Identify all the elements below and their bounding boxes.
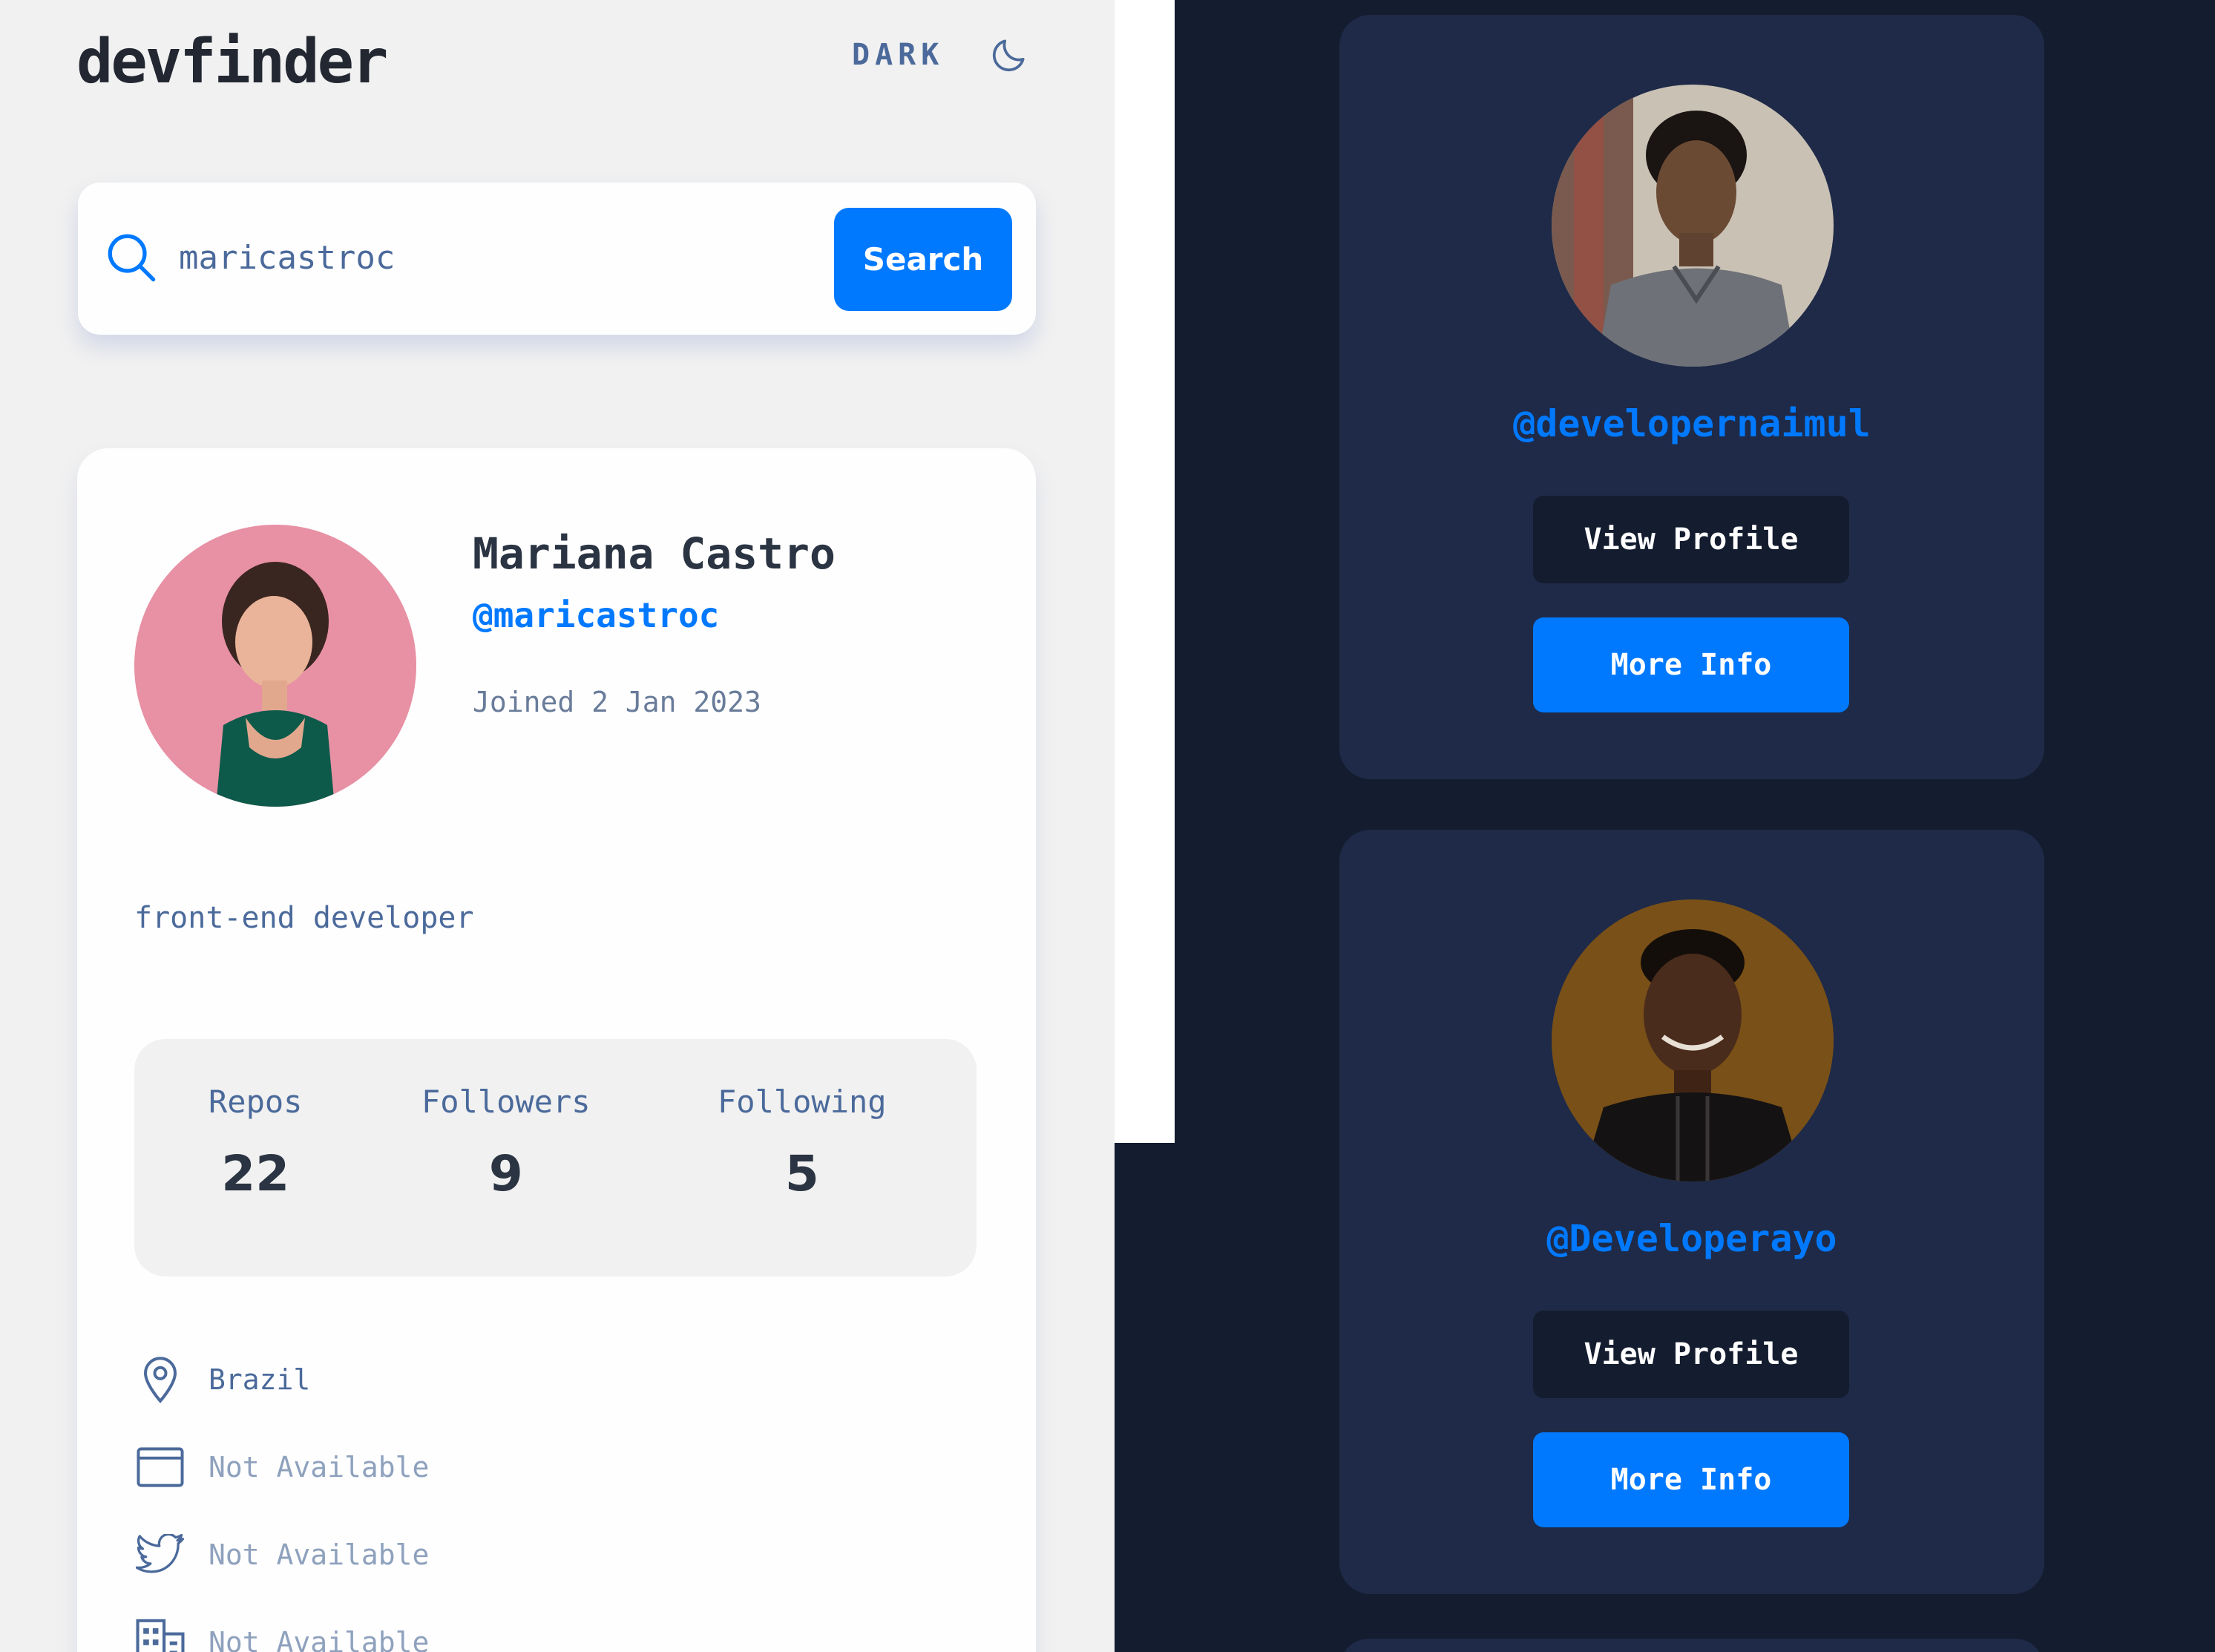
link-website-text: Not Available [209, 1451, 430, 1484]
developer-card: @Developerayo View Profile More Info [1339, 830, 2044, 1594]
profile-bio: front-end developer [134, 901, 474, 935]
developer-handle[interactable]: @developernaimul [1339, 402, 2044, 445]
stat-label: Repos [209, 1084, 303, 1120]
avatar [134, 525, 416, 807]
search-button[interactable]: Search [834, 208, 1012, 311]
avatar [1552, 899, 1834, 1181]
stat-label: Followers [421, 1084, 591, 1120]
link-location-text: Brazil [209, 1363, 311, 1396]
twitter-icon [136, 1534, 185, 1573]
search-input[interactable] [177, 227, 878, 288]
developer-list-dark-panel: @developernaimul View Profile More Info … [1175, 0, 2215, 1652]
stat-value: 5 [784, 1145, 819, 1202]
developer-handle[interactable]: @Developerayo [1339, 1217, 2044, 1260]
profile-links: Brazil Not Available Not Available Not A… [134, 1336, 429, 1652]
stat-label: Following [718, 1084, 887, 1120]
theme-toggle-label: DARK [852, 38, 945, 72]
profile-login-link[interactable]: @maricastroc [473, 595, 719, 635]
website-icon [137, 1447, 184, 1487]
link-location: Brazil [134, 1336, 429, 1423]
search-icon [108, 234, 156, 282]
developer-card-partial [1339, 1639, 2044, 1652]
stat-repos: Repos 22 [209, 1084, 302, 1202]
link-twitter-text: Not Available [209, 1538, 430, 1571]
view-profile-button[interactable]: View Profile [1533, 496, 1849, 583]
view-profile-button[interactable]: View Profile [1533, 1311, 1849, 1398]
link-website: Not Available [134, 1423, 429, 1511]
theme-toggle[interactable]: DARK [852, 33, 1030, 77]
moon-icon [993, 39, 1025, 72]
developer-card: @developernaimul View Profile More Info [1339, 15, 2044, 779]
avatar [1552, 85, 1834, 367]
devfinder-light-panel: devfinder DARK Search Mariana Castro [0, 0, 1115, 1652]
more-info-button[interactable]: More Info [1533, 1432, 1849, 1527]
profile-card: Mariana Castro @maricastroc Joined 2 Jan… [77, 448, 1036, 1652]
stats-panel: Repos 22 Followers 9 Following 5 [134, 1039, 977, 1276]
link-company: Not Available [134, 1599, 429, 1652]
location-pin-icon [143, 1357, 177, 1403]
brand-logo: devfinder [76, 27, 388, 97]
more-info-button[interactable]: More Info [1533, 617, 1849, 712]
link-company-text: Not Available [209, 1626, 430, 1652]
panel-divider [1115, 0, 1175, 1143]
search-bar: Search [78, 183, 1036, 335]
stat-following: Following 5 [718, 1084, 887, 1202]
stat-value: 22 [221, 1145, 290, 1202]
stat-followers: Followers 9 [421, 1084, 591, 1202]
panel-divider-dark [1115, 1143, 1175, 1652]
link-twitter: Not Available [134, 1511, 429, 1599]
stat-value: 9 [488, 1145, 523, 1202]
profile-joined-date: Joined 2 Jan 2023 [473, 686, 761, 718]
profile-name: Mariana Castro [473, 528, 836, 579]
company-building-icon [136, 1619, 185, 1652]
